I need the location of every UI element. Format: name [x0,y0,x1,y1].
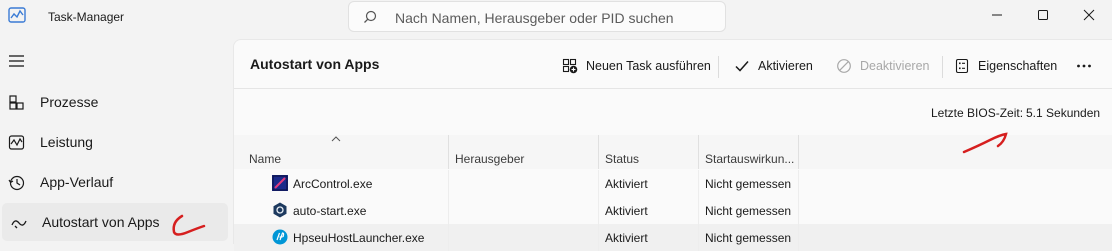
sidebar-item-performance[interactable]: Leistung [0,123,228,161]
page-title: Autostart von Apps [250,56,380,72]
toolbar-divider [718,56,719,78]
column-divider [698,197,699,224]
column-divider[interactable] [598,135,599,169]
task-manager-icon [8,7,26,23]
run-new-task-button[interactable]: Neuen Task ausführen [562,50,711,82]
more-icon [1077,64,1091,68]
sidebar-item-label: Autostart von Apps [42,214,160,230]
properties-button[interactable]: Eigenschaften [954,50,1057,82]
sidebar-item-startup-apps[interactable]: Autostart von Apps [2,203,228,241]
processes-icon [9,95,24,110]
sort-ascending-icon [331,136,341,142]
more-button[interactable] [1076,50,1100,82]
app-title: Task-Manager [48,10,125,24]
enable-button[interactable]: Aktivieren [734,50,813,82]
column-divider [698,170,699,197]
startup-icon [11,220,27,229]
arccontrol-icon [272,175,288,191]
sidebar-item-label: App-Verlauf [40,174,114,190]
column-divider [448,170,449,197]
bios-time-value: 5.1 Sekunden [1026,106,1101,120]
main-panel: Autostart von Apps Neuen Task ausführen … [233,39,1112,251]
cell-name: auto-start.exe [293,204,367,218]
close-button[interactable] [1066,0,1112,30]
history-icon [8,175,25,191]
sidebar-item-processes[interactable]: Prozesse [0,83,228,121]
column-header-name[interactable]: Name [249,152,281,166]
column-divider[interactable] [798,135,799,169]
column-divider [798,224,799,251]
checkmark-icon [735,61,749,72]
cell-name: ArcControl.exe [293,177,373,191]
table-row[interactable]: HpseuHostLauncher.exe Aktiviert Nicht ge… [234,224,1112,251]
properties-label: Eigenschaften [978,59,1058,73]
column-divider[interactable] [448,135,449,169]
disable-icon [837,59,851,73]
column-header-status[interactable]: Status [605,152,639,166]
autostart-app-icon [273,202,287,218]
column-divider [798,170,799,197]
cell-status: Aktiviert [605,177,648,191]
column-header-startup-impact[interactable]: Startauswirkun... [705,152,794,166]
table-header: Name Herausgeber Status Startauswirkun..… [234,135,1112,169]
search-box[interactable]: Nach Namen, Herausgeber oder PID suchen [348,1,726,32]
cell-startup-impact: Nicht gemessen [705,177,792,191]
column-header-publisher[interactable]: Herausgeber [455,152,524,166]
disable-button[interactable]: Deaktivieren [836,50,929,82]
performance-icon [8,135,25,150]
sidebar-item-label: Prozesse [40,94,99,110]
column-divider [448,224,449,251]
column-divider [598,224,599,251]
sidebar-item-app-history[interactable]: App-Verlauf [0,163,228,201]
search-icon [364,10,377,23]
column-divider [798,197,799,224]
hamburger-icon[interactable] [8,54,26,68]
enable-label: Aktivieren [758,59,813,73]
cell-startup-impact: Nicht gemessen [705,204,792,218]
title-bar: Task-Manager Nach Namen, Herausgeber ode… [0,0,1112,34]
toolbar-divider [942,56,943,78]
search-placeholder: Nach Namen, Herausgeber oder PID suchen [395,10,674,26]
bios-time-label: Letzte BIOS-Zeit: [931,106,1024,120]
run-task-icon [562,58,578,74]
column-divider [598,170,599,197]
table-row[interactable]: auto-start.exe Aktiviert Nicht gemessen [234,197,1112,224]
toolbar-divider-line [234,88,1112,89]
disable-label: Deaktivieren [860,59,930,73]
cell-status: Aktiviert [605,204,648,218]
column-divider [698,224,699,251]
column-divider [598,197,599,224]
properties-icon [955,58,969,74]
column-divider[interactable] [698,135,699,169]
minimize-button[interactable] [974,0,1020,30]
sidebar-item-label: Leistung [40,134,93,150]
table-row[interactable]: ArcControl.exe Aktiviert Nicht gemessen [234,170,1112,197]
maximize-button[interactable] [1020,0,1066,30]
minimize-icon [992,14,1002,16]
run-new-task-label: Neuen Task ausführen [586,59,711,73]
close-icon [1083,9,1095,21]
column-divider [448,197,449,224]
maximize-icon [1038,10,1048,20]
